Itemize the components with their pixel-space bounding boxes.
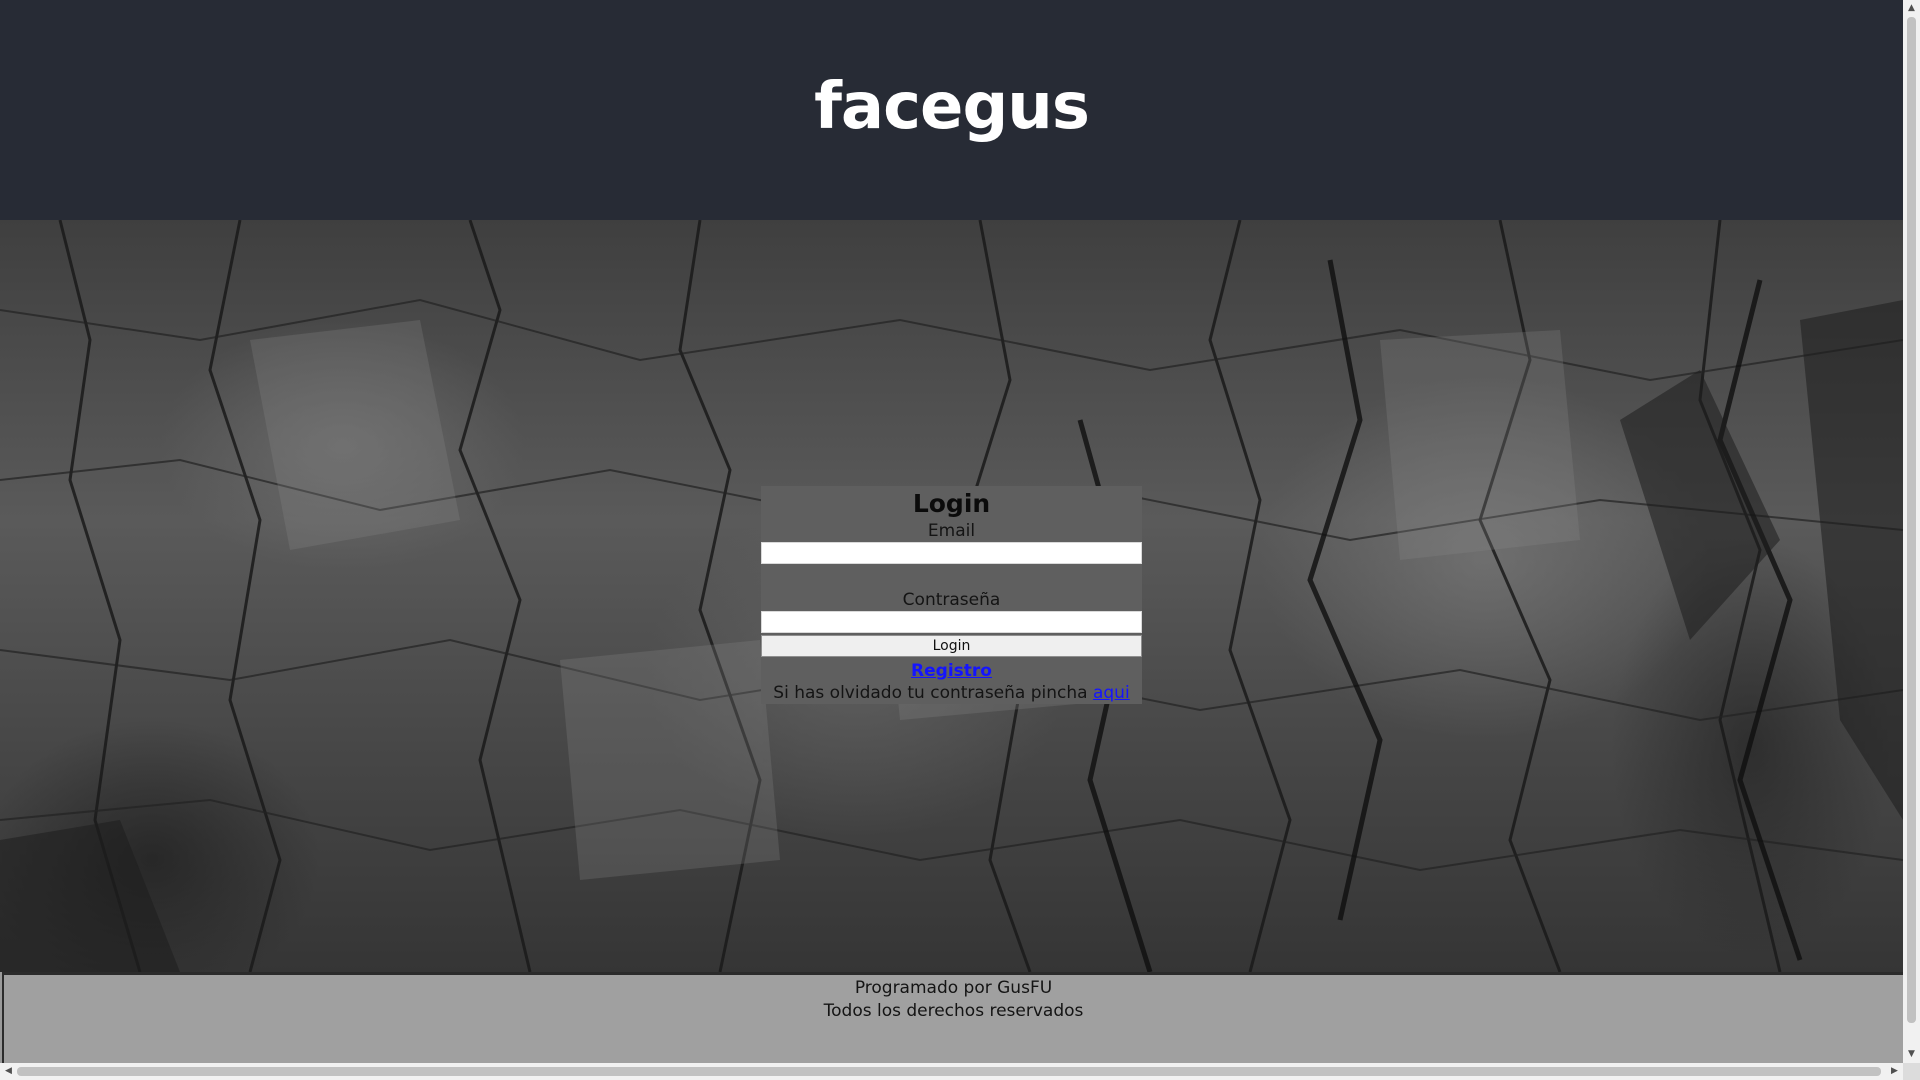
register-link[interactable]: Registro bbox=[911, 660, 992, 682]
login-button[interactable]: Login bbox=[761, 635, 1142, 657]
horizontal-scroll-thumb[interactable] bbox=[17, 1067, 1881, 1076]
footer-rights: Todos los derechos reservados bbox=[823, 1001, 1084, 1021]
site-header: facegus bbox=[0, 0, 1903, 220]
vertical-scrollbar[interactable]: ▲ ▼ bbox=[1903, 0, 1920, 1063]
email-input[interactable] bbox=[761, 542, 1142, 564]
site-footer: Programado por GusFU Todos los derechos … bbox=[2, 972, 1903, 1063]
scroll-down-arrow-icon[interactable]: ▼ bbox=[1903, 1046, 1920, 1063]
login-form: Login Email Contraseña Login Registro Si… bbox=[761, 486, 1142, 704]
login-heading: Login bbox=[912, 489, 991, 518]
scroll-up-arrow-icon[interactable]: ▲ bbox=[1903, 0, 1920, 17]
password-input[interactable] bbox=[761, 611, 1142, 633]
vertical-scroll-thumb[interactable] bbox=[1907, 17, 1916, 1023]
scroll-right-arrow-icon[interactable]: ▶ bbox=[1886, 1063, 1903, 1080]
scrollbar-corner bbox=[1903, 1063, 1920, 1080]
forgot-password-text: Si has olvidado tu contraseña pincha bbox=[773, 683, 1093, 703]
page-viewport: facegus Login Email Contraseña Login Reg… bbox=[0, 0, 1903, 1063]
password-label: Contraseña bbox=[902, 590, 1001, 610]
forgot-password-link[interactable]: aqui bbox=[1093, 683, 1130, 703]
footer-credit: Programado por GusFU bbox=[854, 978, 1053, 998]
forgot-password-line: Si has olvidado tu contraseña pincha aqu… bbox=[761, 682, 1142, 705]
email-label: Email bbox=[927, 521, 976, 541]
scroll-left-arrow-icon[interactable]: ◀ bbox=[0, 1063, 17, 1080]
site-title: facegus bbox=[814, 70, 1090, 144]
horizontal-scrollbar[interactable]: ◀ ▶ bbox=[0, 1063, 1903, 1080]
